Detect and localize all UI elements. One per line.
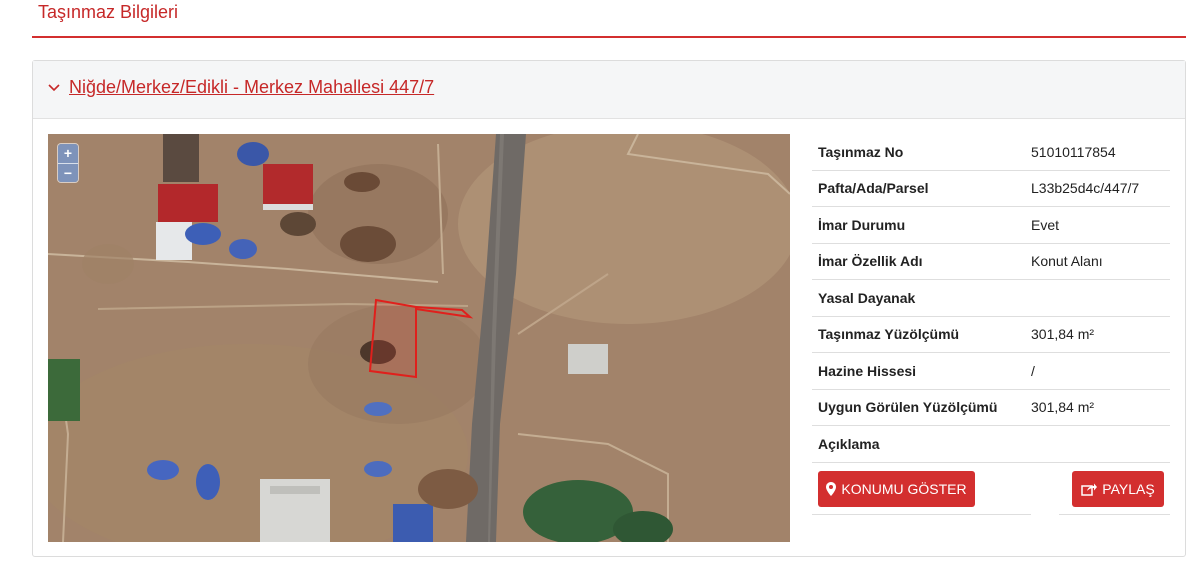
action-row: KONUMU GÖSTER PAYLAŞ: [812, 463, 1170, 515]
info-row: Taşınmaz Yüzölçümü 301,84 m²: [812, 317, 1170, 353]
info-row: İmar Özellik Adı Konut Alanı: [812, 244, 1170, 280]
row-divider: [812, 513, 1031, 515]
zoom-control: + −: [58, 144, 78, 182]
info-label: Taşınmaz No: [818, 143, 904, 160]
section-title: Taşınmaz Bilgileri: [38, 2, 179, 22]
info-row: İmar Durumu Evet: [812, 207, 1170, 244]
info-value: 51010117854: [1031, 143, 1116, 160]
share-label: PAYLAŞ: [1102, 480, 1155, 497]
info-label: İmar Durumu: [818, 216, 906, 233]
info-value: Konut Alanı: [1031, 253, 1103, 270]
info-row: Uygun Görülen Yüzölçümü 301,84 m²: [812, 390, 1170, 426]
satellite-map[interactable]: + −: [48, 134, 790, 542]
property-panel: Niğde/Merkez/Edikli - Merkez Mahallesi 4…: [32, 60, 1186, 557]
map-imagery: [48, 134, 790, 542]
share-button[interactable]: PAYLAŞ: [1072, 470, 1164, 507]
info-label: Taşınmaz Yüzölçümü: [818, 326, 960, 343]
info-value: Evet: [1031, 216, 1060, 233]
property-info-table: Taşınmaz No 51010117854 Pafta/Ada/Parsel L3…: [812, 134, 1170, 515]
info-row: Pafta/Ada/Parsel L33b25d4c/447/7: [812, 171, 1170, 207]
info-value: L33b25d4c/447/7: [1031, 180, 1140, 197]
share-icon: [1081, 483, 1098, 496]
chevron-down-icon[interactable]: [47, 81, 61, 95]
property-title-link[interactable]: Niğde/Merkez/Edikli - Merkez Mahallesi 4…: [69, 77, 434, 98]
row-divider: [1059, 513, 1170, 515]
info-value: 301,84 m²: [1031, 399, 1095, 416]
info-row: Açıklama: [812, 426, 1170, 463]
zoom-out-button[interactable]: −: [58, 163, 78, 182]
map-marker-icon: [826, 481, 837, 496]
info-value: 301,84 m²: [1031, 326, 1095, 343]
info-value: /: [1031, 362, 1035, 379]
info-row: Yasal Dayanak: [812, 280, 1170, 317]
info-label: Yasal Dayanak: [818, 289, 916, 306]
info-label: İmar Özellik Adı: [818, 253, 923, 270]
info-row: Hazine Hissesi /: [812, 353, 1170, 390]
info-label: Uygun Görülen Yüzölçümü: [818, 399, 998, 416]
info-row: Taşınmaz No 51010117854: [812, 134, 1170, 171]
section-divider: [32, 36, 1186, 38]
info-label: Açıklama: [818, 435, 880, 452]
show-location-label: KONUMU GÖSTER: [841, 480, 967, 497]
info-label: Hazine Hissesi: [818, 362, 917, 379]
info-label: Pafta/Ada/Parsel: [818, 180, 929, 197]
zoom-in-button[interactable]: +: [58, 144, 78, 163]
show-location-button[interactable]: KONUMU GÖSTER: [818, 470, 975, 507]
panel-header[interactable]: Niğde/Merkez/Edikli - Merkez Mahallesi 4…: [33, 61, 1185, 119]
